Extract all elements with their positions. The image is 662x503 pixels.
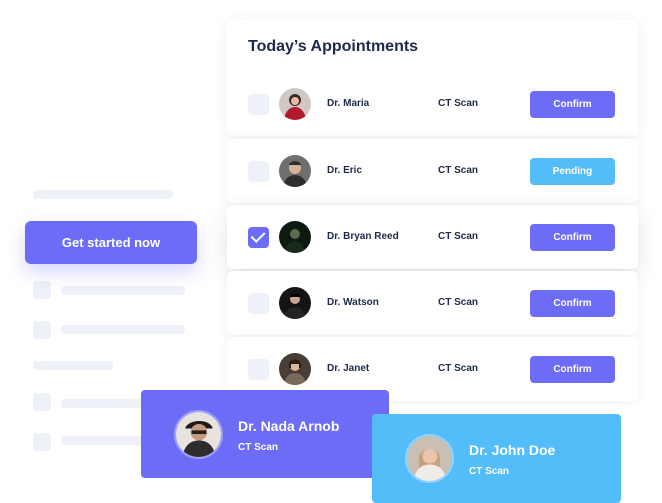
row-checkbox[interactable] [248, 161, 269, 182]
doctor-avatar [279, 353, 311, 385]
skeleton-line [33, 190, 173, 199]
doctor-avatar [279, 88, 311, 120]
row-checkbox[interactable] [248, 293, 269, 314]
doctor-card-name: Dr. Nada Arnob [238, 418, 340, 434]
row-checkbox-checked[interactable] [248, 227, 269, 248]
doctor-name: Dr. Maria [327, 98, 370, 109]
service-name: CT Scan [438, 98, 479, 109]
doctor-card-service: CT Scan [238, 442, 279, 453]
doctor-avatar [279, 221, 311, 253]
skeleton-checkbox [33, 433, 51, 451]
appointment-row: Dr. Maria CT Scan Confirm [227, 72, 638, 136]
skeleton-checkbox [33, 281, 51, 299]
row-checkbox[interactable] [248, 359, 269, 380]
row-checkbox[interactable] [248, 94, 269, 115]
appointment-row: Dr. Bryan Reed CT Scan Confirm [227, 205, 638, 269]
service-name: CT Scan [438, 165, 479, 176]
service-name: CT Scan [438, 231, 479, 242]
skeleton-line [61, 399, 151, 408]
doctor-name: Dr. Watson [327, 297, 379, 308]
skeleton-line [61, 286, 185, 295]
doctor-avatar [405, 434, 454, 483]
doctor-avatar [279, 155, 311, 187]
skeleton-checkbox [33, 321, 51, 339]
confirm-button[interactable]: Confirm [530, 290, 615, 317]
skeleton-line [61, 325, 185, 334]
confirm-button[interactable]: Confirm [530, 91, 615, 118]
get-started-button[interactable]: Get started now [25, 221, 197, 264]
confirm-button[interactable]: Confirm [530, 356, 615, 383]
doctor-card[interactable]: Dr. John Doe CT Scan [372, 414, 621, 503]
doctor-name: Dr. Janet [327, 363, 370, 374]
doctor-card-name: Dr. John Doe [469, 442, 556, 458]
confirm-button[interactable]: Confirm [530, 224, 615, 251]
doctor-avatar [174, 410, 223, 459]
appointment-row: Dr. Watson CT Scan Confirm [227, 271, 638, 335]
service-name: CT Scan [438, 297, 479, 308]
doctor-name: Dr. Bryan Reed [327, 231, 399, 242]
doctor-card[interactable]: Dr. Nada Arnob CT Scan [141, 390, 389, 478]
doctor-name: Dr. Eric [327, 165, 363, 176]
skeleton-line [61, 436, 151, 445]
doctor-card-service: CT Scan [469, 466, 510, 477]
appointments-title: Today’s Appointments [248, 38, 419, 55]
service-name: CT Scan [438, 363, 479, 374]
skeleton-checkbox [33, 393, 51, 411]
pending-button[interactable]: Pending [530, 158, 615, 185]
appointment-row: Dr. Eric CT Scan Pending [227, 139, 638, 203]
skeleton-line [33, 361, 113, 370]
doctor-avatar [279, 287, 311, 319]
